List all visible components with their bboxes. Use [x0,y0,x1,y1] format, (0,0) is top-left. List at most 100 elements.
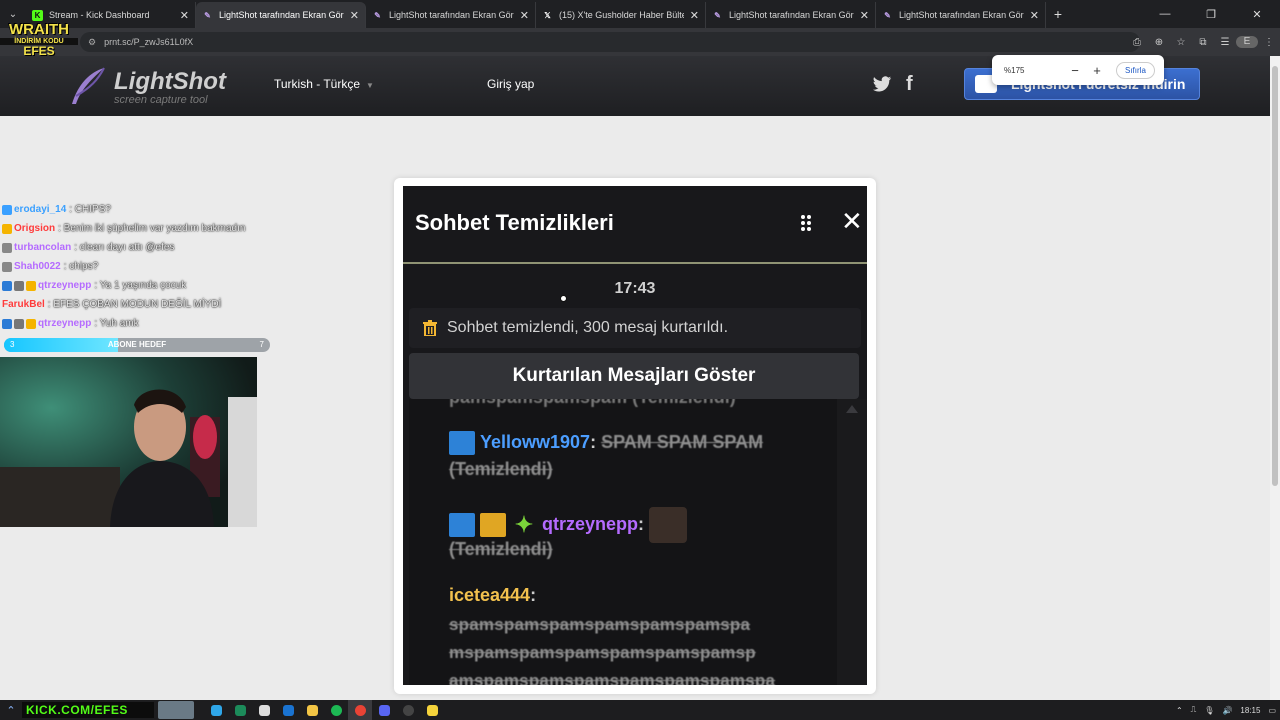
page-scrollbar[interactable] [1270,56,1280,700]
close-window-icon[interactable]: ✕ [1234,8,1280,21]
moderator-badge-icon [449,431,475,455]
volume-icon[interactable]: 🔊 [1222,706,1232,715]
system-tray: ⌃ ⎍ 🎙 🔊 18:15 ▭ [1172,705,1280,715]
outlook-icon[interactable] [276,700,300,720]
app-icon[interactable] [228,700,252,720]
tray-chevron-icon[interactable]: ⌃ [1176,706,1183,715]
bookmark-star-icon[interactable]: ☆ [1170,37,1192,48]
tab-title: LightShot tarafından Ekran Görü [389,10,514,20]
reading-list-icon[interactable]: ☰ [1214,37,1236,48]
chat-message: : Benim iki şüphelim var yazdım bakmadın [58,223,246,234]
zoom-reset-button[interactable]: Sıfırla [1116,61,1155,79]
site-info-icon[interactable]: ⚙ [88,37,96,48]
chat-line: erodayi_14 : CHIPS? [0,200,280,219]
lightshot-feather-icon: ✎ [374,10,381,20]
drag-handle-icon [801,215,811,231]
screen: ⌄ K Stream - Kick Dashboard ✕ ✎ LightSho… [0,0,1280,720]
sub-goal-label: ABONE HEDEF [107,340,167,349]
chat-user: erodayi_14 [14,204,67,215]
badge-icon [2,223,12,234]
chat-user: FarukBel [2,299,45,310]
tab-lightshot-2[interactable]: ✎ LightShot tarafından Ekran Görü ✕ [366,2,536,28]
edge-icon[interactable] [204,700,228,720]
panel-title: Sohbet Temizlikleri [415,210,614,235]
sponsor-brand: WRAITH [9,21,69,38]
twitter-icon[interactable] [872,74,892,94]
facebook-icon[interactable]: f [906,73,913,96]
notification-icon[interactable]: ▭ [1268,706,1276,715]
extensions-icon[interactable]: ⧉ [1192,37,1214,48]
channel-url-overlay: KICK.COM/EFES [22,702,154,718]
kick-icon: K [32,9,43,21]
chat-message: : CHIPS? [69,204,111,215]
restore-icon[interactable]: ❐ [1188,8,1234,21]
list-scrollbar [837,399,867,685]
new-tab-button[interactable]: + [1046,6,1070,22]
tab-close-icon[interactable]: ✕ [520,9,529,22]
tab-close-icon[interactable]: ✕ [860,9,869,22]
spotify-icon[interactable] [324,700,348,720]
moderator-badge-icon [449,513,475,537]
tab-lightshot-1[interactable]: ✎ LightShot tarafından Ekran Görü ✕ [196,2,366,28]
discord-icon[interactable] [372,700,396,720]
lightshot-feather-icon: ✎ [884,10,891,20]
spam-line: mspamspamspamspamspamspamsp [449,643,756,662]
zoom-popup: %175 − + Sıfırla [992,55,1164,85]
obs-icon[interactable] [396,700,420,720]
network-icon[interactable]: ⎍ [1191,705,1197,715]
x-icon: 𝕏 [544,10,551,20]
profile-icon[interactable]: E [1236,36,1258,48]
chat-user: qtrzeynepp [38,280,92,291]
partial-message: pamspamspamspam (Temizlendi) [449,399,736,408]
tab-lightshot-4[interactable]: ✎ LightShot tarafından Ekran Görü ✕ [876,2,1046,28]
tab-title: (15) X'te Gusholder Haber Bülte [559,10,684,20]
badge-icon [2,204,12,215]
clear-time: 17:43 [614,280,656,297]
chrome-icon[interactable] [348,700,372,720]
install-app-icon[interactable]: ⎙ [1126,37,1148,48]
address-bar[interactable]: ⚙ prnt.sc/P_zwJs61L0fX [80,32,1140,52]
menu-icon[interactable]: ⋮ [1258,37,1280,48]
zoom-icon[interactable]: ⊕ [1148,37,1170,48]
badge-icon [26,318,36,329]
lightshot-tagline: screen capture tool [114,94,208,106]
badge-icon [14,318,24,329]
language-selector[interactable]: Turkish - Türkçe ▼ [274,77,374,91]
chat-message: : chips? [63,261,99,272]
microphone-icon[interactable]: 🎙 [1204,706,1214,715]
chat-line: Shah0022 : chips? [0,257,280,276]
notes-icon[interactable] [420,700,444,720]
calculator-icon[interactable] [252,700,276,720]
message-text: SPAM SPAM SPAM [601,431,764,452]
webcam-feed [0,357,257,527]
tab-lightshot-3[interactable]: ✎ LightShot tarafından Ekran Görü ✕ [706,2,876,28]
badge-icon [26,280,36,291]
url-text: prnt.sc/P_zwJs61L0fX [104,37,194,47]
clock[interactable]: 18:15 [1240,706,1260,715]
chat-line: qtrzeynepp : Yuh amk [0,314,280,333]
lightshot-logo[interactable]: LightShot [114,68,226,96]
zoom-out-button[interactable]: − [1064,63,1086,78]
list-item: icetea444: [449,585,537,605]
tab-x-gusholder[interactable]: 𝕏 (15) X'te Gusholder Haber Bülte ✕ [536,2,706,28]
tab-close-icon[interactable]: ✕ [180,9,189,22]
minimize-icon[interactable]: — [1142,8,1188,21]
scrollbar-thumb[interactable] [1272,66,1278,486]
chat-message: : Ya 1 yaşında çocuk [94,280,187,291]
folder-icon[interactable] [300,700,324,720]
zoom-in-button[interactable]: + [1086,63,1108,78]
chat-line: FarukBel : EFES ÇOBAN MODUN DEĞİL MİYDİ [0,295,280,314]
sub-goal-end: 7 [259,340,264,349]
chat-line: turbancolan : clearı dayı attı @efes [0,238,280,257]
tab-close-icon[interactable]: ✕ [350,9,359,22]
stream-chat-overlay: erodayi_14 : CHIPS? Origsion : Benim iki… [0,200,280,333]
tab-close-icon[interactable]: ✕ [690,9,699,22]
close-icon: ✕ [841,206,863,236]
tab-close-icon[interactable]: ✕ [1030,9,1039,22]
badge-icon [2,280,12,291]
start-icon[interactable]: ⌃ [0,704,22,717]
login-link[interactable]: Giriş yap [487,77,534,91]
screenshot-image: Sohbet Temizlikleri ✕ 17:43 Sohbet temiz… [403,186,867,685]
badge-icon [2,318,12,329]
clear-info-text: Sohbet temizlendi, 300 mesaj kurtarıldı. [447,319,729,336]
